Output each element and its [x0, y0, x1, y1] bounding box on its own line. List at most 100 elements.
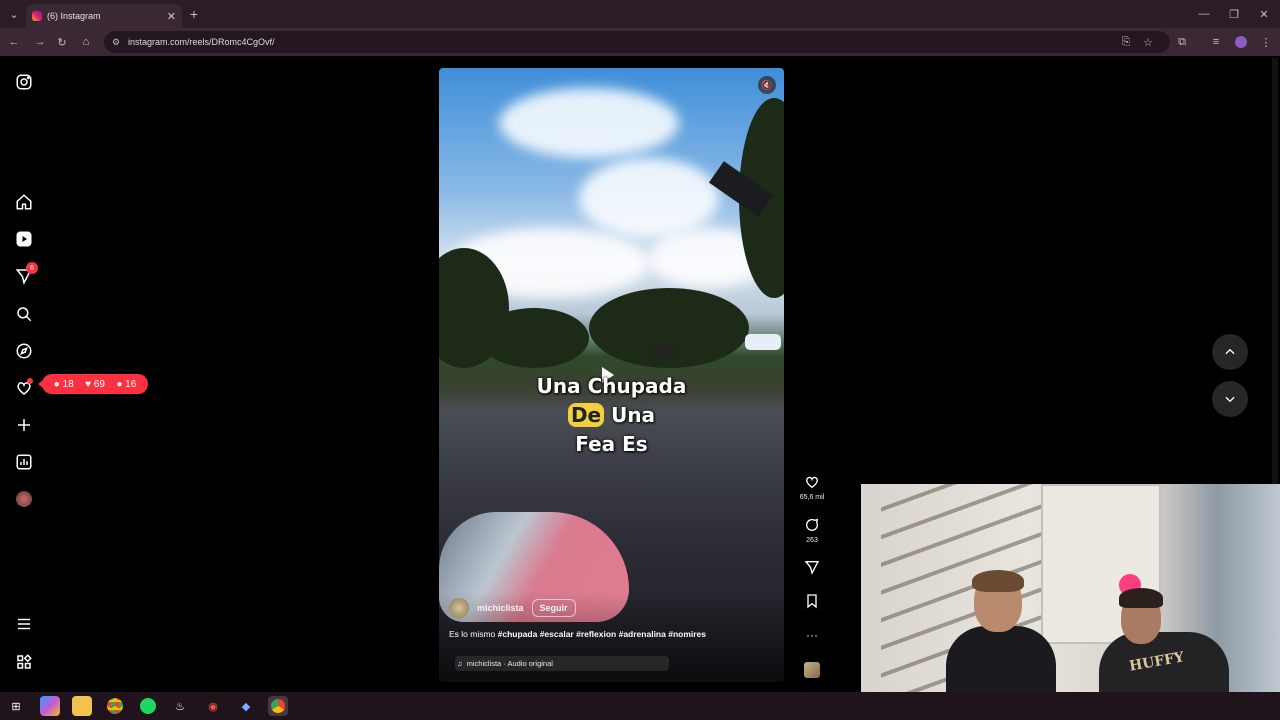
- comments-count-item: ● 18: [54, 379, 74, 390]
- more-options-icon[interactable]: ···: [796, 628, 828, 642]
- instagram-favicon-icon: [32, 11, 42, 21]
- followers-count: 16: [125, 378, 137, 390]
- save-action[interactable]: [796, 593, 828, 613]
- chevron-up-icon: [1225, 348, 1235, 355]
- steam-icon[interactable]: ♨: [170, 696, 190, 716]
- more-menu-icon[interactable]: [14, 614, 34, 634]
- reel-video[interactable]: 🔇 Una Chupada De Una Fea Es michiclista …: [439, 68, 784, 682]
- browser-toolbar: ← → ↻ ⌂ ⚙ instagram.com/reels/DRomc4CgOv…: [0, 28, 1280, 56]
- chrome-icon[interactable]: [105, 696, 125, 716]
- author-name[interactable]: michiclista: [477, 603, 524, 613]
- music-note-icon: ♫: [457, 659, 463, 668]
- share-action[interactable]: [796, 559, 828, 579]
- reload-icon[interactable]: ↻: [52, 28, 72, 56]
- overlay-line-1: Una Chupada: [439, 372, 784, 401]
- profile-avatar[interactable]: [14, 489, 34, 509]
- overlay-line-2: De Una: [439, 401, 784, 430]
- url-text: instagram.com/reels/DRomc4CgOvf/: [128, 37, 275, 47]
- reels-nav-icon[interactable]: [14, 229, 34, 249]
- audio-attribution[interactable]: ♫ michiclista · Audio original: [455, 656, 669, 671]
- video-tree: [589, 288, 749, 368]
- notifications-heart-icon[interactable]: [14, 378, 34, 398]
- comment-bubble-icon: ●: [53, 378, 60, 390]
- popup-arrow: [38, 380, 43, 388]
- search-nav-icon[interactable]: [14, 304, 34, 324]
- maximize-button[interactable]: ❐: [1224, 0, 1244, 28]
- taskbar: ⊞ ♨ ◉ ◆: [0, 692, 1280, 720]
- dashboard-nav-icon[interactable]: [14, 452, 34, 472]
- create-plus-icon[interactable]: [14, 415, 34, 435]
- audio-thumbnail[interactable]: [796, 662, 828, 678]
- car: [745, 334, 781, 350]
- file-explorer-icon[interactable]: [72, 696, 92, 716]
- overlay-text-b: hupada: [602, 374, 687, 398]
- new-tab-button[interactable]: +: [184, 0, 204, 28]
- profile-avatar-icon[interactable]: [1231, 28, 1251, 56]
- browser-tab[interactable]: (6) Instagram ✕: [26, 4, 182, 28]
- mute-toggle-icon[interactable]: 🔇: [758, 76, 776, 94]
- like-action[interactable]: 65,6 mil: [796, 474, 828, 501]
- tab-close-icon[interactable]: ✕: [167, 10, 176, 23]
- back-icon[interactable]: ←: [4, 28, 24, 56]
- person-hair: [1119, 588, 1163, 608]
- spotify-icon[interactable]: [138, 696, 158, 716]
- car: [649, 346, 679, 356]
- forward-icon[interactable]: →: [30, 28, 50, 56]
- install-app-icon[interactable]: ⎘: [1116, 28, 1136, 56]
- instagram-logo-icon[interactable]: [14, 72, 34, 92]
- comment-action[interactable]: 263: [796, 517, 828, 544]
- app-diamond-icon[interactable]: ◆: [236, 696, 256, 716]
- overlay-line-3: Fea Es: [575, 432, 648, 456]
- author-row: michiclista Seguir: [449, 598, 576, 618]
- address-bar[interactable]: ⚙ instagram.com/reels/DRomc4CgOvf/: [104, 31, 1170, 53]
- bookmark-icon[interactable]: [804, 593, 820, 609]
- windows-start-icon[interactable]: ⊞: [6, 696, 26, 716]
- site-info-icon[interactable]: ⚙: [112, 37, 120, 48]
- description-text: Es lo mismo: [449, 629, 498, 639]
- also-from-meta-icon[interactable]: [14, 652, 34, 672]
- chevron-down-icon: [1225, 396, 1235, 403]
- hashtags[interactable]: #chupada #escalar #reflexion #adrenalina…: [498, 629, 706, 639]
- video-text-overlay: Una Chupada De Una Fea Es: [439, 372, 784, 459]
- author-avatar[interactable]: [449, 598, 469, 618]
- home-nav-icon[interactable]: [14, 192, 34, 212]
- webcam-overlay: HUFFY: [861, 484, 1280, 720]
- chrome-menu-icon[interactable]: ⋮: [1256, 28, 1276, 56]
- messages-badge: 6: [26, 262, 38, 274]
- person-hair: [972, 570, 1024, 592]
- comment-count: 263: [806, 537, 818, 544]
- chrome-active-icon[interactable]: [268, 696, 288, 716]
- media-controls-icon[interactable]: ≡: [1206, 28, 1226, 56]
- likes-count-item: ♥ 69: [85, 379, 105, 390]
- obs-icon[interactable]: ◉: [203, 696, 223, 716]
- audio-label: michiclista · Audio original: [466, 659, 553, 668]
- person-icon: ●: [116, 378, 123, 390]
- share-send-icon[interactable]: [804, 559, 820, 575]
- overlay-text-c: Una: [604, 403, 656, 427]
- close-window-button[interactable]: ✕: [1254, 0, 1274, 28]
- previous-reel-button[interactable]: [1212, 334, 1248, 370]
- activity-popup[interactable]: ● 18 ♥ 69 ● 16: [38, 374, 148, 394]
- video-cloud: [579, 158, 719, 238]
- extensions-icon[interactable]: ⧉: [1172, 28, 1192, 56]
- tab-title: (6) Instagram: [47, 11, 101, 21]
- minimize-button[interactable]: —: [1194, 0, 1214, 28]
- notifications-dot: [27, 378, 33, 384]
- comments-count: 18: [62, 378, 74, 390]
- messages-nav-icon[interactable]: 6: [14, 262, 38, 286]
- explore-nav-icon[interactable]: [14, 341, 34, 361]
- home-icon[interactable]: ⌂: [76, 28, 96, 56]
- tab-search-icon[interactable]: ⌄: [4, 0, 24, 28]
- likes-count: 69: [93, 378, 105, 390]
- follow-button[interactable]: Seguir: [531, 599, 576, 617]
- next-reel-button[interactable]: [1212, 381, 1248, 417]
- like-count: 65,6 mil: [799, 494, 825, 501]
- comment-icon[interactable]: [804, 517, 820, 533]
- overlay-highlight-word: De: [567, 403, 605, 427]
- overlay-text-a: Una C: [536, 374, 603, 398]
- like-heart-icon[interactable]: [804, 474, 820, 490]
- bookmark-star-icon[interactable]: ☆: [1138, 28, 1158, 56]
- copilot-icon[interactable]: [40, 696, 60, 716]
- reel-description[interactable]: Es lo mismo #chupada #escalar #reflexion…: [449, 629, 706, 639]
- audio-cover-image: [804, 662, 820, 678]
